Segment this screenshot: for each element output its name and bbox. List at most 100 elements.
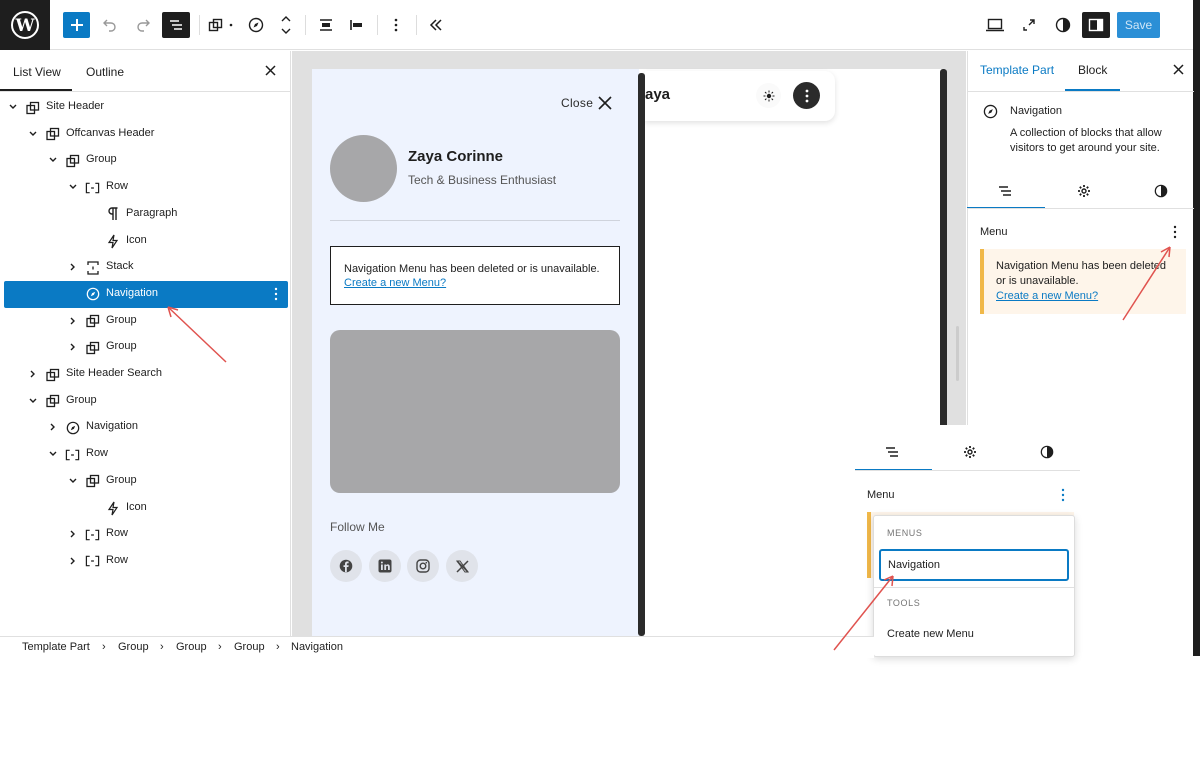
redo-icon[interactable] <box>129 11 157 39</box>
tree-item-row[interactable]: Row <box>0 441 291 468</box>
resize-handle[interactable] <box>956 326 959 381</box>
create-new-menu-option[interactable]: Create new Menu <box>887 628 974 640</box>
contrast-icon[interactable] <box>1049 11 1077 39</box>
more-vertical-icon[interactable] <box>382 11 410 39</box>
chevron-right-icon[interactable] <box>48 422 58 432</box>
tree-item-navigation[interactable]: Navigation <box>4 280 288 308</box>
tree-item-group[interactable]: Group <box>0 334 291 361</box>
list-settings-icon[interactable] <box>855 437 931 467</box>
navigation-notice[interactable]: Navigation Menu has been deleted or is u… <box>330 246 620 305</box>
more-vertical-icon[interactable] <box>274 287 278 301</box>
navigation-compass-icon[interactable] <box>242 11 270 39</box>
contrast-icon[interactable] <box>1009 437 1085 467</box>
breadcrumb-item[interactable]: Group <box>234 641 265 653</box>
drag-dot-icon[interactable] <box>226 11 236 39</box>
tree-item-group[interactable]: Group <box>0 147 291 174</box>
profile-name: Zaya Corinne <box>408 148 504 165</box>
group-icon <box>45 127 60 142</box>
tab-template-part[interactable]: Template Part <box>980 63 1054 77</box>
tree-item-row[interactable]: Row <box>0 521 291 548</box>
chevron-right-icon: › <box>160 641 164 653</box>
linkedin-icon[interactable] <box>369 550 401 582</box>
chevron-down-icon[interactable] <box>68 182 78 192</box>
wordpress-logo-icon[interactable]: W <box>0 0 50 50</box>
group-icon <box>85 340 100 355</box>
tree-item-group[interactable]: Group <box>0 308 291 335</box>
site-title: aya <box>645 86 671 103</box>
instagram-icon[interactable] <box>407 550 439 582</box>
tree-item-group[interactable]: Group <box>0 388 291 415</box>
tree-item-icon[interactable]: Icon <box>0 228 291 255</box>
tab-block[interactable]: Block <box>1078 63 1107 77</box>
chevron-right-icon[interactable] <box>68 529 78 539</box>
breadcrumb-item[interactable]: Group <box>118 641 149 653</box>
chevron-down-icon[interactable] <box>68 476 78 486</box>
tree-item-label: Navigation <box>86 420 138 433</box>
external-link-icon[interactable] <box>1015 11 1043 39</box>
undo-icon[interactable] <box>96 11 124 39</box>
close-icon[interactable] <box>598 96 614 112</box>
tab-list-view[interactable]: List View <box>13 65 61 79</box>
tree-item-site-header-search[interactable]: Site Header Search <box>0 361 291 388</box>
tree-item-offcanvas-header[interactable]: Offcanvas Header <box>0 121 291 148</box>
breadcrumb-item[interactable]: Group <box>176 641 207 653</box>
tree-item-row[interactable]: Row <box>0 174 291 201</box>
tree-item-label: Group <box>106 313 137 326</box>
tree-item-label: Row <box>106 553 129 566</box>
save-button[interactable]: Save <box>1117 12 1160 38</box>
scrollbar[interactable] <box>1193 0 1200 656</box>
tree-item-paragraph[interactable]: Paragraph <box>0 201 291 228</box>
x-icon[interactable] <box>446 550 478 582</box>
more-vertical-icon[interactable] <box>1173 225 1179 239</box>
chevron-down-icon[interactable] <box>8 102 18 112</box>
chevron-right-icon[interactable] <box>68 342 78 352</box>
breadcrumb-item-current[interactable]: Navigation <box>291 641 343 653</box>
chevron-down-icon[interactable] <box>28 129 38 139</box>
tab-outline[interactable]: Outline <box>86 65 124 79</box>
notice-text: Navigation Menu has been deleted or is u… <box>344 263 600 275</box>
chevron-down-icon[interactable] <box>28 396 38 406</box>
bolt-icon <box>105 501 120 516</box>
group-icon <box>85 314 100 329</box>
chevron-right-icon[interactable] <box>68 556 78 566</box>
divider <box>967 208 1194 209</box>
close-icon[interactable] <box>265 65 277 77</box>
tree-item-navigation[interactable]: Navigation <box>0 414 291 441</box>
sun-icon[interactable] <box>756 83 781 108</box>
collapse-icon[interactable] <box>422 11 450 39</box>
tree-item-stack[interactable]: Stack <box>0 254 291 281</box>
sidebar-icon[interactable] <box>1082 12 1110 38</box>
tree-item-row[interactable]: Row <box>0 548 291 575</box>
chevron-right-icon[interactable] <box>68 316 78 326</box>
chevron-right-icon[interactable] <box>28 369 38 379</box>
more-vertical-icon[interactable] <box>1061 488 1067 502</box>
tree-item-site-header[interactable]: Site Header <box>0 94 291 121</box>
menu-option-navigation[interactable]: Navigation <box>879 549 1069 581</box>
gear-icon[interactable] <box>932 437 1008 467</box>
tree-item-group[interactable]: Group <box>0 468 291 495</box>
close-icon[interactable] <box>1173 64 1185 76</box>
align-icon[interactable] <box>342 11 370 39</box>
chevron-right-icon[interactable] <box>68 262 78 272</box>
move-arrows-icon[interactable] <box>272 11 300 39</box>
image-placeholder[interactable] <box>330 330 620 493</box>
template-part-icon <box>25 100 40 115</box>
chevron-down-icon[interactable] <box>48 449 58 459</box>
chevron-down-icon[interactable] <box>48 155 58 165</box>
add-block-button[interactable] <box>63 12 90 38</box>
create-menu-link[interactable]: Create a new Menu? <box>996 289 1174 304</box>
desktop-preview-icon[interactable] <box>981 11 1009 39</box>
create-menu-link[interactable]: Create a new Menu? <box>344 276 606 290</box>
breadcrumb-item[interactable]: Template Part <box>22 641 90 653</box>
gear-icon[interactable] <box>1045 176 1123 206</box>
contrast-icon[interactable] <box>1122 176 1200 206</box>
tree-item-icon[interactable]: Icon <box>0 495 291 522</box>
navigation-compass-icon <box>983 104 998 119</box>
facebook-icon[interactable] <box>330 550 362 582</box>
menu-toggle-icon[interactable] <box>793 82 820 109</box>
justify-icon[interactable] <box>312 11 340 39</box>
list-settings-icon[interactable] <box>967 176 1045 206</box>
list-view-icon[interactable] <box>162 12 190 38</box>
tree-item-label: Icon <box>126 500 147 513</box>
offcanvas-close-label[interactable]: Close <box>561 96 593 110</box>
